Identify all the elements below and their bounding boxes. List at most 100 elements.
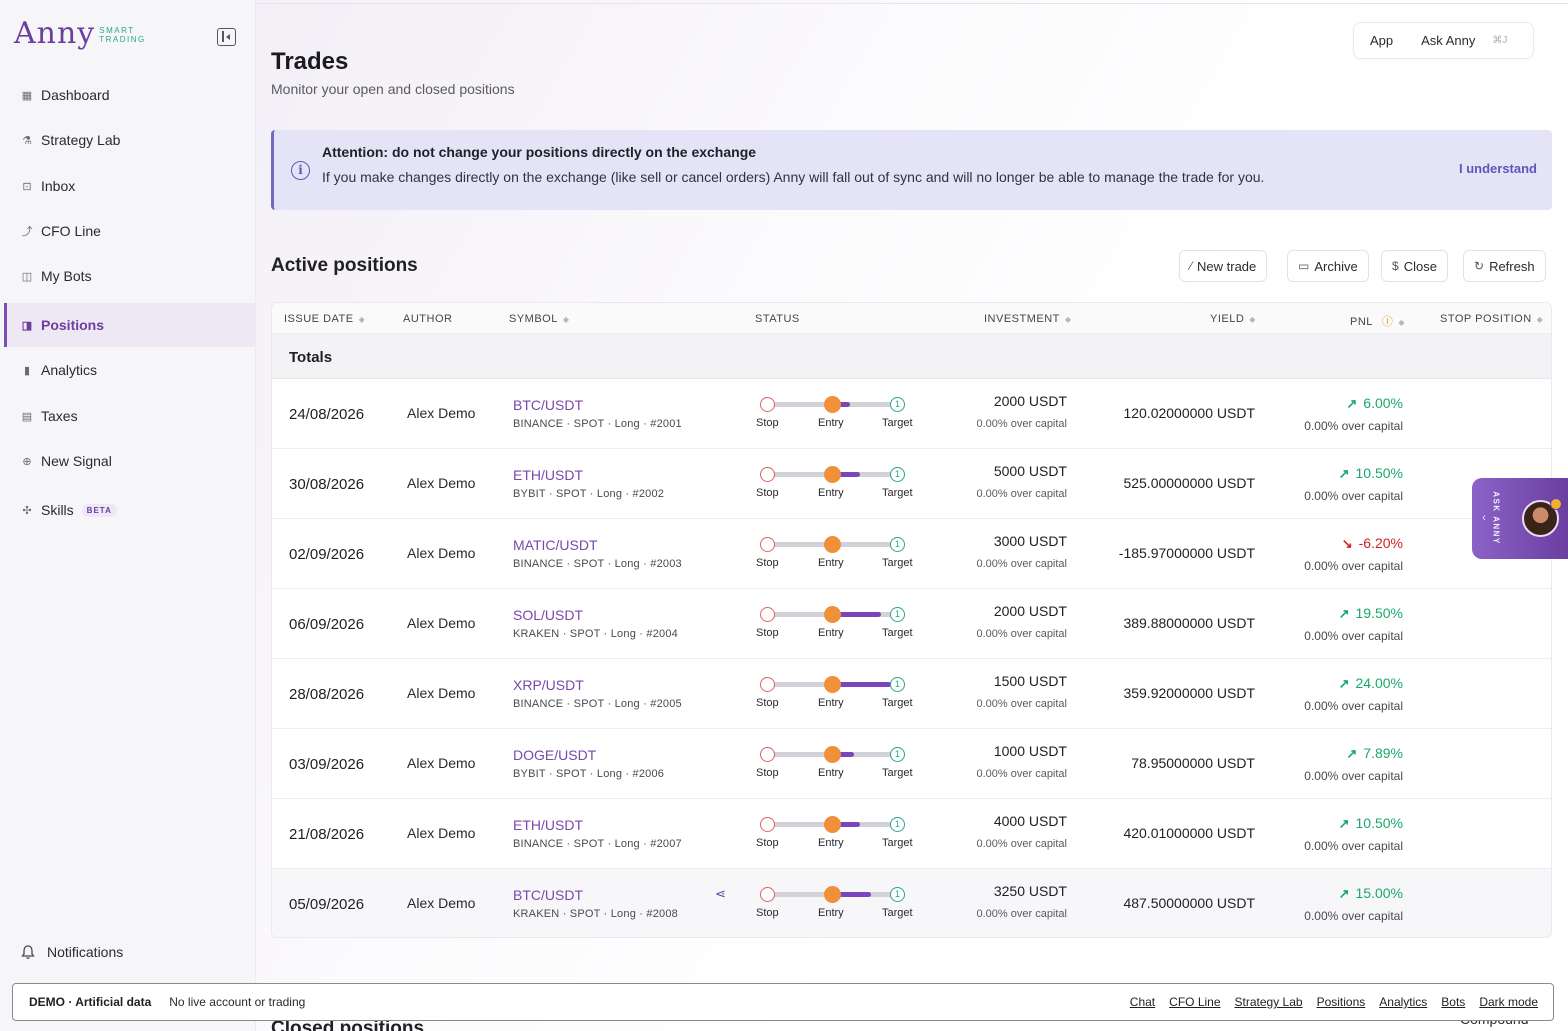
- ask-anny-tab[interactable]: ‹ ASK ANNY: [1472, 478, 1568, 559]
- active-positions-table: ISSUE DATE ◆ AUTHOR SYMBOL ◆ STATUS INVEST…: [271, 302, 1552, 938]
- column-label: YIELD: [1210, 313, 1245, 325]
- entry-marker-icon: [824, 676, 841, 693]
- investment-value: 1000 USDT: [993, 743, 1067, 759]
- symbol-meta: BINANCE · SPOT · Long · #2001: [513, 418, 682, 430]
- stop-label: Stop: [756, 837, 779, 849]
- table-row[interactable]: 02/09/2026 Alex Demo MATIC/USDT BINANCE · S…: [272, 519, 1551, 589]
- brand-logo[interactable]: Anny SMART TRADING: [14, 16, 146, 52]
- table-row[interactable]: 28/08/2026 Alex Demo XRP/USDT BINANCE · SPO…: [272, 659, 1551, 729]
- archive-button[interactable]: ▭ Archive: [1287, 250, 1369, 282]
- sidebar-item-analytics[interactable]: ▮ Analytics: [4, 350, 256, 390]
- ask-anny-button[interactable]: Ask Anny: [1421, 33, 1475, 48]
- pnl-sub: 0.00% over capital: [1304, 419, 1403, 433]
- table-row[interactable]: 06/09/2026 Alex Demo SOL/USDT KRAKEN · SPOT…: [272, 589, 1551, 659]
- pnl-percent: 10.50%: [1355, 815, 1403, 831]
- info-icon[interactable]: ⓘ: [1382, 316, 1394, 328]
- pnl-value: ↗ 24.00%: [1339, 675, 1403, 692]
- column-issue-date[interactable]: ISSUE DATE ◆: [284, 313, 365, 325]
- sidebar-item-inbox[interactable]: ⊡ Inbox: [4, 166, 256, 206]
- sidebar-item-my-bots[interactable]: ◫ My Bots: [4, 256, 256, 296]
- chevron-left-icon: ‹: [1482, 510, 1486, 524]
- entry-label: Entry: [818, 417, 844, 429]
- i-understand-button[interactable]: I understand: [1459, 161, 1537, 176]
- entry-label: Entry: [818, 907, 844, 919]
- yield-value: -185.97000000 USDT: [1118, 545, 1255, 561]
- grid-icon: ▦: [21, 89, 33, 102]
- trade-status-bar: 1 Stop Entry Target: [756, 604, 916, 644]
- table-row[interactable]: 05/09/2026 Alex Demo BTC/USDT KRAKEN · SPOT…: [272, 869, 1551, 937]
- share-icon[interactable]: ⋖: [715, 886, 726, 902]
- investment-sub: 0.00% over capital: [976, 698, 1068, 710]
- totals-label: Totals: [289, 349, 333, 366]
- sidebar-item-cfo-line[interactable]: ⤴ CFO Line: [4, 211, 256, 251]
- column-yield[interactable]: YIELD ◆: [1210, 313, 1256, 325]
- symbol-link[interactable]: MATIC/USDT: [513, 537, 598, 553]
- entry-marker-icon: [824, 746, 841, 763]
- symbol-meta: BYBIT · SPOT · Long · #2002: [513, 488, 665, 500]
- new-trade-label: New trade: [1197, 258, 1257, 274]
- demo-link-strategy-lab[interactable]: Strategy Lab: [1235, 995, 1303, 1009]
- pnl-percent: 10.50%: [1355, 465, 1403, 481]
- sidebar-item-dashboard[interactable]: ▦ Dashboard: [4, 75, 256, 115]
- sidebar-item-positions[interactable]: ◨ Positions: [4, 303, 256, 347]
- entry-marker-icon: [824, 536, 841, 553]
- demo-link-cfo-line[interactable]: CFO Line: [1169, 995, 1220, 1009]
- author: Alex Demo: [407, 685, 476, 701]
- trend-up-icon: ↗: [1338, 466, 1350, 481]
- symbol-link[interactable]: ETH/USDT: [513, 467, 583, 483]
- symbol-link[interactable]: ETH/USDT: [513, 817, 583, 833]
- close-button[interactable]: $ Close: [1381, 250, 1448, 282]
- symbol-link[interactable]: BTC/USDT: [513, 397, 583, 413]
- demo-link-positions[interactable]: Positions: [1317, 995, 1366, 1009]
- trade-status-bar: 1 Stop Entry Target: [756, 814, 916, 854]
- column-investment[interactable]: INVESTMENT ◆: [984, 313, 1072, 325]
- demo-link-bots[interactable]: Bots: [1441, 995, 1465, 1009]
- sidebar-item-taxes[interactable]: ▤ Taxes: [4, 396, 256, 436]
- stop-label: Stop: [756, 627, 779, 639]
- new-trade-button[interactable]: ⁄ New trade: [1179, 250, 1268, 282]
- table-row[interactable]: 30/08/2026 Alex Demo ETH/USDT BYBIT · SPOT …: [272, 449, 1551, 519]
- investment-value: 3000 USDT: [993, 533, 1067, 549]
- demo-link-analytics[interactable]: Analytics: [1379, 995, 1427, 1009]
- table-row[interactable]: 21/08/2026 Alex Demo ETH/USDT BINANCE · SPO…: [272, 799, 1551, 869]
- stop-label: Stop: [756, 697, 779, 709]
- pnl-percent: 6.00%: [1363, 395, 1403, 411]
- yield-value: 487.50000000 USDT: [1123, 895, 1255, 911]
- active-positions-title: Active positions: [271, 255, 418, 276]
- symbol-link[interactable]: XRP/USDT: [513, 677, 584, 693]
- column-stop-position[interactable]: STOP POSITION ◆: [1440, 313, 1543, 325]
- symbol-link[interactable]: DOGE/USDT: [513, 747, 596, 763]
- briefcase-icon: ◨: [21, 319, 33, 332]
- symbol-link[interactable]: SOL/USDT: [513, 607, 583, 623]
- notifications-button[interactable]: Notifications: [20, 944, 123, 960]
- top-divider: [256, 3, 1568, 4]
- sidebar-collapse-icon[interactable]: [217, 28, 236, 46]
- column-symbol[interactable]: SYMBOL ◆: [509, 313, 570, 325]
- stop-marker-icon: [760, 747, 775, 762]
- trade-status-bar: 1 Stop Entry Target: [756, 464, 916, 504]
- sidebar-item-label: Positions: [41, 317, 105, 333]
- table-row[interactable]: 03/09/2026 Alex Demo DOGE/USDT BYBIT · SPOT…: [272, 729, 1551, 799]
- magic-wand-icon: ⁄: [1190, 259, 1193, 273]
- refresh-button[interactable]: ↻ Refresh: [1463, 250, 1546, 282]
- symbol-link[interactable]: BTC/USDT: [513, 887, 583, 903]
- sidebar-item-label: Skills: [41, 502, 74, 518]
- refresh-icon: ↻: [1474, 259, 1485, 273]
- pnl-percent: 19.50%: [1355, 605, 1403, 621]
- stop-marker-icon: [760, 537, 775, 552]
- archive-label: Archive: [1314, 258, 1358, 274]
- pnl-value: ↗ 6.00%: [1346, 395, 1403, 412]
- investment-sub: 0.00% over capital: [976, 558, 1068, 570]
- sidebar-item-strategy-lab[interactable]: ⚗ Strategy Lab: [4, 120, 256, 160]
- target-label: Target: [882, 767, 913, 779]
- sidebar-item-new-signal[interactable]: ⊕ New Signal: [4, 441, 256, 481]
- pnl-percent: -6.20%: [1358, 535, 1403, 551]
- demo-link-chat[interactable]: Chat: [1130, 995, 1155, 1009]
- column-pnl[interactable]: PNL ⓘ ◆: [1350, 313, 1405, 329]
- demo-link-dark-mode[interactable]: Dark mode: [1479, 995, 1538, 1009]
- table-row[interactable]: 24/08/2026 Alex Demo BTC/USDT BINANCE · SPO…: [272, 379, 1551, 449]
- app-button[interactable]: App: [1370, 33, 1393, 48]
- sidebar-item-skills[interactable]: ✣ Skills BETA: [4, 490, 256, 530]
- bar-chart-icon: ▮: [23, 364, 31, 377]
- demo-note: No live account or trading: [169, 995, 306, 1009]
